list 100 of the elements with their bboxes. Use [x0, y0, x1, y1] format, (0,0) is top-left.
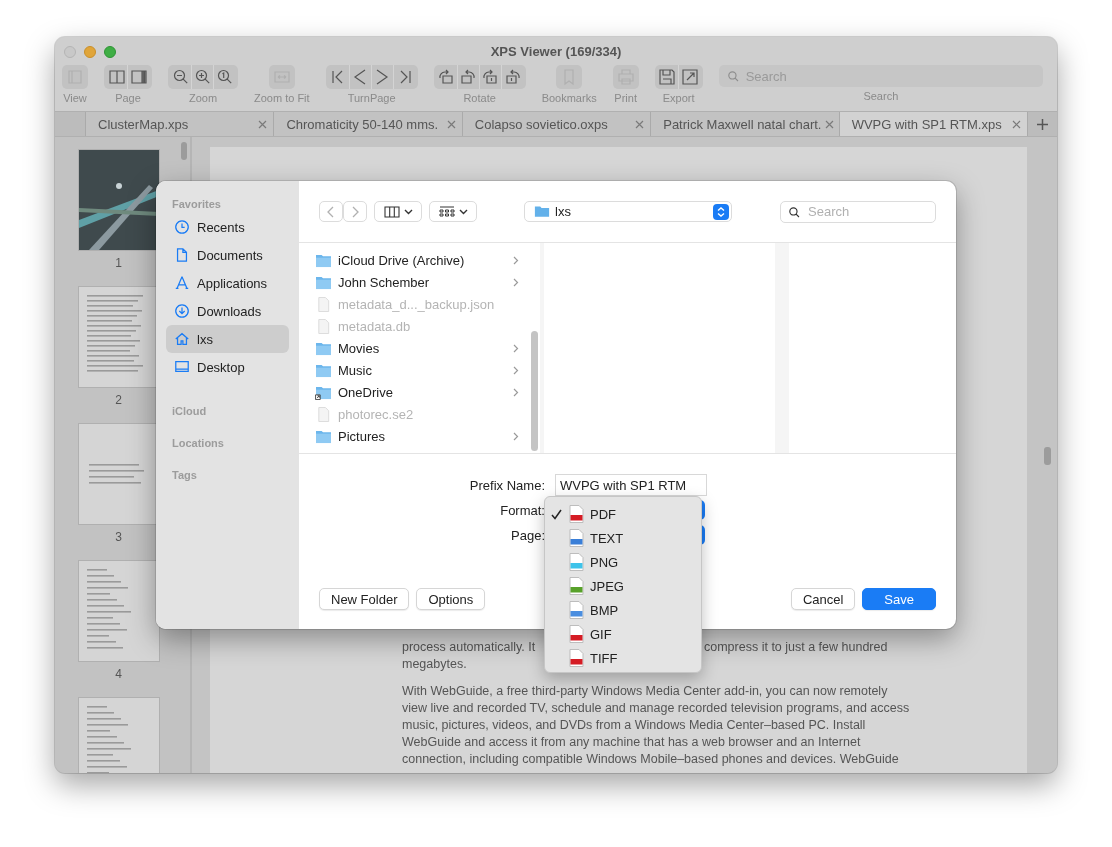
scrollbar-thumb[interactable] [181, 142, 187, 160]
sidebar-item[interactable]: lxs [166, 325, 289, 353]
folder-icon [315, 274, 332, 290]
file-type-icon [569, 505, 584, 523]
close-icon[interactable] [825, 119, 835, 129]
actual-size-icon [216, 68, 234, 86]
columns-icon [383, 205, 400, 218]
scrollbar-thumb[interactable] [1044, 447, 1051, 465]
stepper-icon [713, 203, 729, 220]
window-title: XPS Viewer (169/334) [490, 43, 622, 59]
grid-icon [438, 205, 455, 218]
zoom-window-button[interactable] [104, 46, 116, 58]
page-thumbnail[interactable] [78, 150, 159, 250]
document-tab[interactable]: WVPG with SP1 RTM.xps [838, 112, 1028, 136]
toolbar-label: Bookmarks [541, 92, 597, 104]
menu-item[interactable]: PDF [545, 502, 701, 526]
home-icon [174, 331, 190, 347]
file-icon [315, 318, 332, 334]
panel-icon [130, 68, 148, 86]
sidebar-item[interactable]: Downloads [166, 297, 289, 325]
dialog-button[interactable]: New Folder [319, 588, 410, 610]
page-thumbnail[interactable] [78, 561, 159, 661]
page-thumbnail[interactable] [78, 424, 159, 524]
toolbar-label: Search [862, 90, 900, 102]
rotate-right-icon [459, 68, 478, 86]
chevron-icon [513, 431, 519, 441]
file-row[interactable]: Movies [315, 337, 531, 359]
document-text: view live and recorded TV, schedule and manage recorded television programs, and access [402, 700, 910, 717]
toolbar-label: Zoom [188, 92, 218, 104]
field-label: Page: [510, 527, 545, 543]
back-button[interactable] [319, 201, 343, 222]
chevron-icon [513, 365, 519, 375]
file-row[interactable]: iCloud Drive (Archive) [315, 249, 531, 271]
document-text: compress it to just a few hundred [704, 639, 888, 656]
document-text: process automatically. It [402, 639, 536, 656]
default-button[interactable]: Save [862, 588, 936, 610]
toolbar-label: Zoom to Fit [254, 92, 310, 104]
file-row[interactable]: Pictures [315, 425, 531, 447]
forward-button[interactable] [343, 201, 367, 222]
group-button[interactable] [429, 201, 477, 222]
file-icon [315, 406, 332, 422]
location-popup[interactable]: lxs [524, 201, 732, 222]
toolbar-button[interactable] [106, 65, 128, 89]
recents-icon [174, 219, 190, 235]
zoom-in-icon [193, 68, 212, 86]
close-icon[interactable] [258, 119, 268, 129]
zoom-out-icon [171, 68, 190, 86]
document-tab[interactable]: Patrick Maxwell natal chart. [650, 112, 839, 136]
prefix-name-field[interactable]: WVPG with SP1 RTM [555, 474, 707, 496]
toolbar-label: View [63, 92, 87, 104]
menu-item[interactable]: JPEG [545, 574, 701, 598]
close-icon[interactable] [1012, 119, 1022, 129]
toolbar-label: Rotate [463, 92, 496, 104]
toolbar-button[interactable] [656, 65, 679, 89]
file-type-icon [569, 577, 584, 595]
toolbar-label: TurnPage [347, 92, 396, 104]
file-row[interactable]: John Schember [315, 271, 531, 293]
page-thumbnail[interactable] [78, 698, 159, 773]
page-number: 2 [115, 393, 122, 407]
search-icon [726, 70, 740, 83]
dialog-button[interactable]: Cancel [790, 588, 856, 610]
file-type-icon [569, 529, 584, 547]
document-tab[interactable]: Chromaticity 50-140 mms. [273, 112, 462, 136]
close-icon[interactable] [446, 119, 456, 129]
menu-item[interactable]: BMP [545, 598, 701, 622]
document-tab[interactable]: Colapso sovietico.oxps [461, 112, 651, 136]
desktop-icon [174, 359, 190, 375]
file-row[interactable]: Music [315, 359, 531, 381]
sidebar-item[interactable]: Desktop [166, 353, 289, 381]
menu-item[interactable]: GIF [545, 622, 701, 646]
file-row[interactable]: OneDrive [315, 381, 531, 403]
document-text: music, pictures, videos, and DVDs from a Windows Media Center–based PC. Install [402, 717, 866, 734]
page-thumbnail[interactable] [78, 287, 159, 387]
close-icon[interactable] [635, 119, 645, 129]
forward-icon [350, 205, 360, 218]
sidebar-item[interactable]: Applications [166, 269, 289, 297]
page-number: 3 [115, 530, 122, 544]
sidebar-heading: Locations [171, 437, 225, 451]
toolbar-label: Export [662, 92, 695, 104]
document-text: megabytes. [402, 656, 467, 673]
file-icon [315, 296, 332, 312]
scrollbar-thumb[interactable] [531, 331, 538, 451]
sidebar-item[interactable]: Documents [166, 241, 289, 269]
search-field[interactable]: Search [780, 200, 936, 223]
dialog-button[interactable]: Options [416, 588, 486, 610]
chevron-icon [513, 343, 519, 353]
page-number: 1 [115, 256, 122, 270]
field-label: Format: [499, 502, 545, 518]
toolbar-label: Print [614, 92, 637, 104]
file-type-icon [569, 553, 584, 571]
sidebar-item[interactable]: Recents [166, 213, 289, 241]
folder-icon [315, 428, 332, 444]
minimize-window-button[interactable] [84, 46, 96, 58]
menu-item[interactable]: PNG [545, 550, 701, 574]
document-tab[interactable]: ClusterMap.xps [85, 112, 274, 136]
rotate-left-icon [437, 68, 456, 86]
menu-item[interactable]: TIFF [545, 646, 701, 670]
menu-item[interactable]: TEXT [545, 526, 701, 550]
file-type-icon [569, 601, 584, 619]
view-mode-button[interactable] [374, 201, 422, 222]
